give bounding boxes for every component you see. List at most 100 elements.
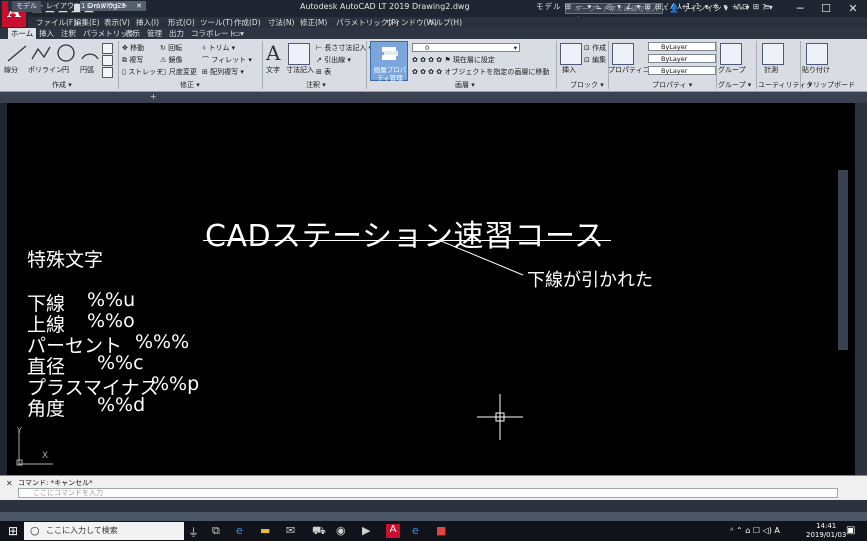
linetype-dropdown[interactable]: ByLayer (648, 54, 716, 63)
new-tab-button[interactable]: + (150, 92, 157, 101)
hatch-icon[interactable] (102, 67, 113, 78)
tab-insert[interactable]: 挿入 (36, 28, 57, 39)
menu-tools[interactable]: ツール(T) (200, 17, 233, 28)
system-tray-icons[interactable]: ᴬ ⌃ ⌂ ☐ ◁) A (730, 526, 780, 535)
close-button[interactable]: ✕ (839, 0, 867, 17)
copy-button[interactable]: ⧉ 複写 (122, 55, 143, 65)
navigation-bar[interactable] (838, 170, 848, 350)
fillet-button[interactable]: ⌒ フィレット ▾ (202, 55, 252, 65)
annotation-text[interactable]: 下線が引かれた (527, 266, 653, 292)
menu-edit[interactable]: 編集(E) (74, 17, 100, 28)
add-layout-button[interactable]: + (118, 1, 132, 12)
polyline-icon[interactable] (30, 43, 52, 63)
line-icon[interactable] (6, 43, 28, 63)
layout-tab-model[interactable]: モデル (12, 1, 41, 12)
block-panel-label[interactable]: ブロック ▾ (570, 80, 604, 90)
menu-draw[interactable]: 作成(D) (234, 17, 261, 28)
tab-annotate[interactable]: 注釈 (58, 28, 79, 39)
ribbon-toggle-icon[interactable]: ▭▾ (230, 28, 247, 39)
menu-file[interactable]: ファイル(F) (36, 17, 76, 28)
microphone-icon[interactable]: ⏚ (188, 524, 199, 540)
stretch-button[interactable]: ▯ ストレッチ (122, 67, 163, 77)
groups-panel-label[interactable]: グループ ▾ (718, 80, 751, 90)
create-block-button[interactable]: ⊡ 作成 (584, 43, 606, 53)
recorder-icon[interactable]: ■ (436, 524, 446, 537)
dimension-icon[interactable] (288, 43, 310, 65)
edit-block-button[interactable]: ⊡ 編集 (584, 55, 606, 65)
command-input[interactable]: ここにコマンドを入力 (18, 488, 838, 498)
menu-view[interactable]: 表示(V) (104, 17, 130, 28)
layer-properties-button[interactable]: 画層プロパティ管理 (370, 41, 408, 82)
text-icon[interactable]: A (266, 41, 280, 65)
mail-icon[interactable]: ✉ (286, 524, 295, 537)
layer-tools-row-1[interactable]: ✿ ✿ ✿ ✿ ⚑ 現在層に設定 (412, 55, 495, 65)
cortana-circle-icon: ○ (30, 524, 40, 537)
special-row-degree[interactable]: 角度 %%d (27, 394, 145, 421)
properties-panel-label[interactable]: プロパティ ▾ (652, 80, 692, 90)
insert-block-icon[interactable] (560, 43, 582, 65)
modify-panel-label[interactable]: 修正 ▾ (180, 80, 200, 90)
paste-icon[interactable] (806, 43, 828, 65)
circle-icon[interactable] (56, 43, 76, 63)
menu-format[interactable]: 形式(O) (168, 17, 195, 28)
panel-divider (800, 41, 801, 89)
lineweight-dropdown[interactable]: ByLayer (648, 66, 716, 75)
match-properties-icon[interactable] (612, 43, 634, 65)
arc-icon[interactable] (80, 43, 100, 63)
clock[interactable]: 14:41 2019/01/03 (806, 522, 846, 540)
measure-icon[interactable] (762, 43, 784, 65)
drawing-canvas[interactable]: CADステーション速習コース 下線が引かれた 特殊文字 下線 %%u 上線 %%o … (7, 103, 860, 475)
ie-icon[interactable]: e (412, 524, 419, 537)
windows-start-icon[interactable]: ⊞ (8, 524, 18, 538)
menu-modify[interactable]: 修正(M) (300, 17, 327, 28)
minimize-button[interactable]: ─ (786, 0, 814, 17)
store-icon[interactable]: ⛟ (312, 524, 326, 539)
media-icon[interactable]: ▶ (362, 524, 370, 537)
layer-dropdown[interactable]: 0 ▾ (412, 43, 520, 52)
color-dropdown[interactable]: ByLayer (648, 42, 716, 51)
properties-palette-strip[interactable] (855, 103, 867, 475)
underlined-title-text[interactable]: CADステーション速習コース (205, 211, 604, 255)
panel-divider (118, 41, 119, 89)
file-explorer-icon[interactable]: ▬ (260, 524, 270, 537)
menu-help[interactable]: ヘルプ(H) (428, 17, 462, 28)
special-characters-heading[interactable]: 特殊文字 (27, 245, 103, 272)
rotate-button[interactable]: ↻ 回転 (160, 43, 182, 53)
rectangle-icon[interactable] (102, 43, 113, 54)
maximize-button[interactable]: ☐ (812, 0, 840, 17)
clipboard-panel-label[interactable]: クリップボード (806, 80, 855, 90)
task-view-icon[interactable]: ⧉ (212, 524, 220, 538)
edge-icon[interactable]: e (236, 524, 243, 537)
trim-button[interactable]: ⍭ トリム ▾ (202, 43, 235, 53)
utilities-panel-label[interactable]: ユーティリティ ▾ (758, 80, 812, 90)
notification-icon[interactable]: ▣ (846, 525, 855, 536)
table-button[interactable]: ⊞ 表 (316, 67, 331, 77)
linear-dim-button[interactable]: ⊢ 長さ寸法記入 ▾ (316, 43, 372, 53)
draw-panel-label[interactable]: 作成 ▾ (52, 80, 72, 90)
mirror-button[interactable]: ⚠ 鏡像 (160, 55, 183, 65)
menu-insert[interactable]: 挿入(I) (136, 17, 159, 28)
status-toggle-icons[interactable]: モデル ⊞ ⋯ ▾ ⊾ ◎ ▾ ∠ ▾ ⊞ ⊞ ⁄ ⁄ ⅄ 1:1 ▾ ✲ ▾ … (536, 1, 771, 12)
dimension-label: 寸法記入 (286, 66, 314, 74)
scale-button[interactable]: ▢ 尺度変更 (160, 67, 197, 77)
panel-divider (716, 41, 717, 89)
ucs-x-label: X (42, 451, 49, 461)
taskbar-search-input[interactable]: ここに入力して検索 (24, 522, 184, 540)
annotation-panel-label[interactable]: 注釈 ▾ (306, 80, 326, 90)
ellipse-icon[interactable] (102, 55, 113, 66)
app-icon-1[interactable]: ◉ (336, 524, 346, 537)
move-button[interactable]: ✥ 移動 (122, 43, 144, 53)
autocad-taskbar-icon[interactable]: A (386, 524, 400, 538)
tab-manage[interactable]: 管理 (144, 28, 165, 39)
layers-panel-label[interactable]: 画層 ▾ (455, 80, 475, 90)
leader-button[interactable]: ↗ 引出線 ▾ (316, 55, 351, 65)
tab-output[interactable]: 出力 (166, 28, 187, 39)
close-tab-icon[interactable]: ✕ (136, 1, 142, 11)
menu-dimension[interactable]: 寸法(N) (268, 17, 294, 28)
close-command-icon[interactable]: ✕ (6, 479, 13, 488)
array-button[interactable]: ⊞ 配列複写 ▾ (202, 67, 244, 77)
tab-home[interactable]: ホーム (8, 28, 37, 39)
layer-tools-row-2[interactable]: ✿ ✿ ✿ ✿ オブジェクトを指定の画層に移動 (412, 67, 549, 77)
group-icon[interactable] (720, 43, 742, 65)
tab-view[interactable]: 表示 (122, 28, 143, 39)
